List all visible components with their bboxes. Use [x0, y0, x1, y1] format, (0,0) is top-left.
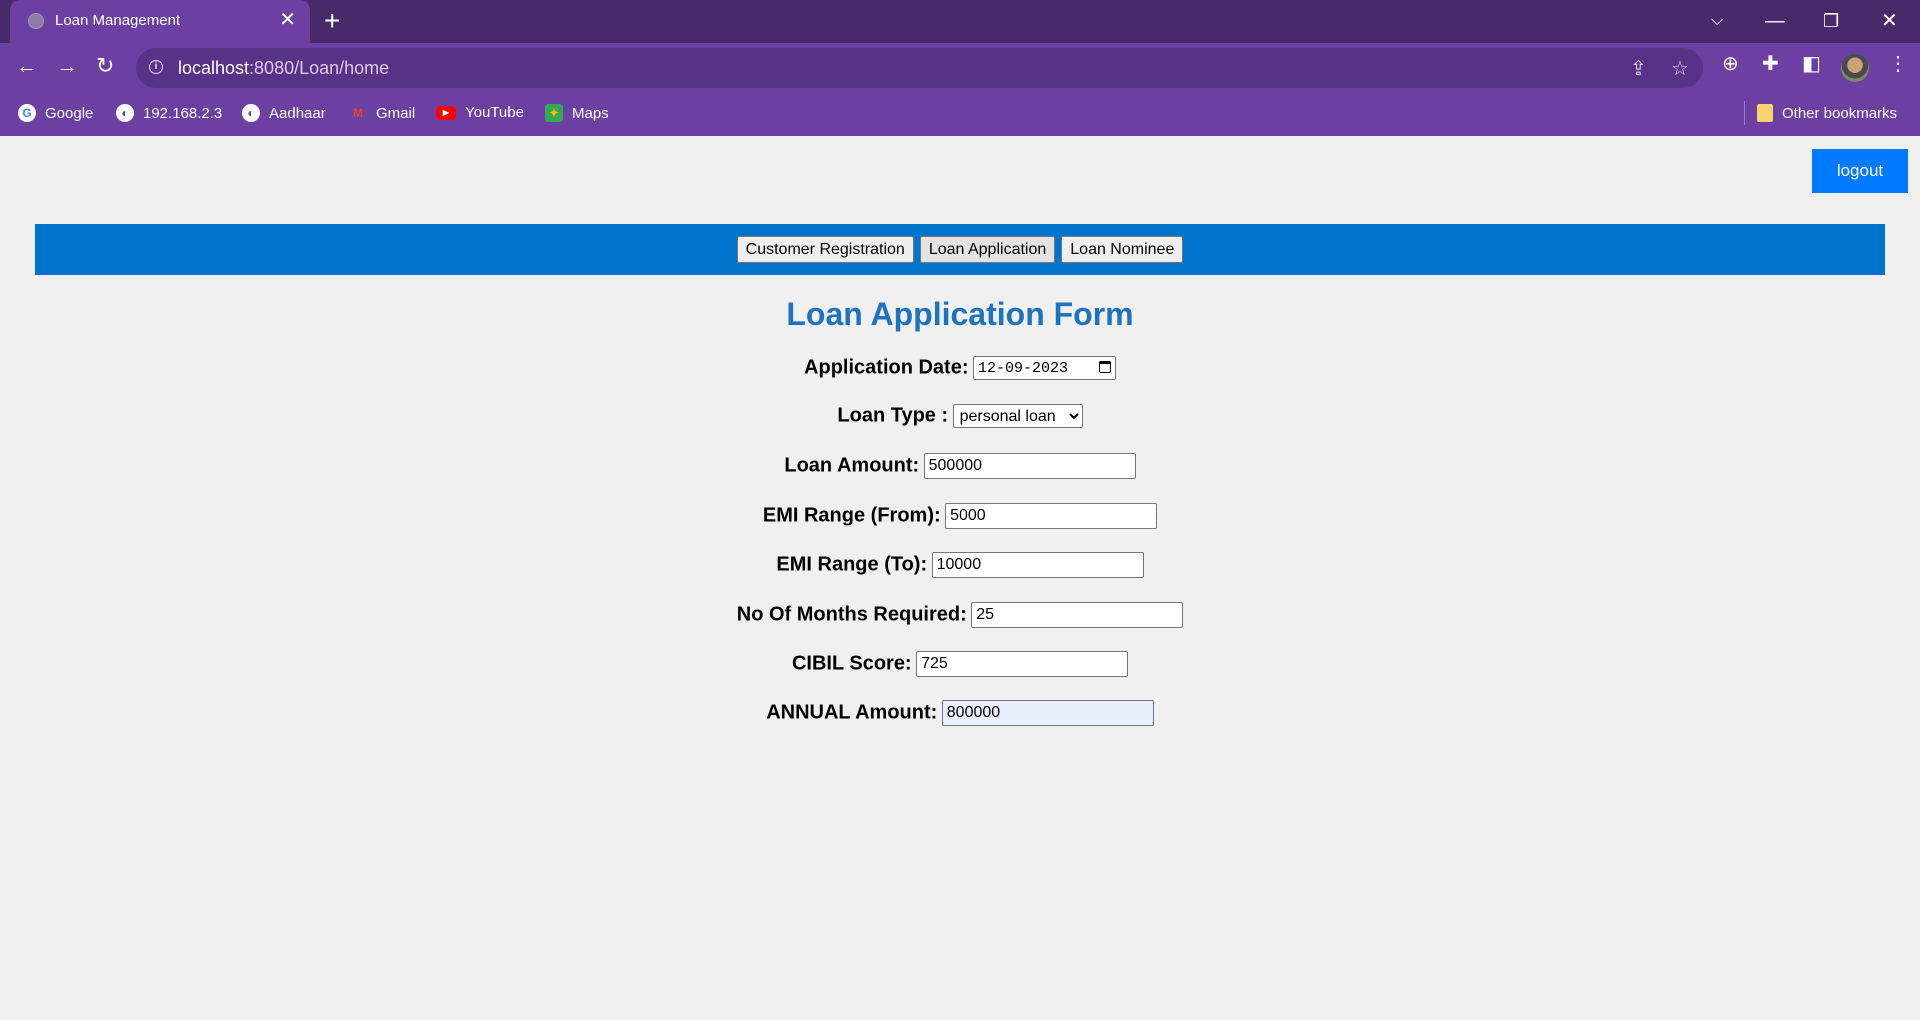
- close-tab-icon[interactable]: ✕: [279, 9, 296, 31]
- tab-title: Loan Management: [55, 12, 181, 29]
- bookmark-youtube[interactable]: ▶ YouTube: [436, 104, 524, 121]
- months-input[interactable]: [971, 602, 1184, 628]
- tab-search-icon[interactable]: ⌵: [1711, 6, 1723, 36]
- loan-nominee-button[interactable]: Loan Nominee: [1061, 236, 1184, 263]
- bookmark-gmail[interactable]: M Gmail: [349, 104, 415, 122]
- emi-to-input[interactable]: [931, 552, 1144, 578]
- months-row: No Of Months Required:: [0, 602, 1920, 628]
- site-info-icon[interactable]: i: [149, 60, 163, 74]
- reload-icon[interactable]: ↻: [96, 53, 114, 79]
- nav-bar: Customer Registration Loan Application L…: [35, 224, 1885, 275]
- new-tab-button[interactable]: +: [324, 6, 340, 36]
- loan-type-select[interactable]: personal loan: [952, 404, 1083, 428]
- loan-application-button[interactable]: Loan Application: [919, 236, 1056, 263]
- loan-amount-row: Loan Amount:: [0, 453, 1920, 479]
- bookmark-google[interactable]: G Google: [18, 104, 93, 122]
- restore-icon[interactable]: ❐: [1823, 6, 1839, 36]
- cibil-input[interactable]: [916, 651, 1129, 677]
- emi-from-row: EMI Range (From):: [0, 503, 1920, 529]
- address-bar[interactable]: i localhost:8080/Loan/home ⇪ ☆: [136, 48, 1703, 88]
- application-date-row: Application Date:: [0, 356, 1920, 380]
- form-title: Loan Application Form: [786, 296, 1134, 332]
- emi-from-label: EMI Range (From):: [762, 504, 941, 527]
- loan-type-label: Loan Type :: [837, 404, 949, 427]
- youtube-icon: ▶: [436, 105, 456, 120]
- loan-amount-label: Loan Amount:: [784, 454, 920, 477]
- forward-icon[interactable]: →: [56, 53, 78, 79]
- side-panel-icon[interactable]: ◧: [1802, 52, 1821, 76]
- application-date-label: Application Date:: [804, 356, 969, 379]
- back-icon[interactable]: ←: [16, 53, 38, 79]
- calendar-icon[interactable]: [1098, 361, 1111, 373]
- emi-from-input[interactable]: [945, 503, 1158, 529]
- application-date-input[interactable]: [972, 356, 1116, 380]
- browser-toolbar: ← → ↻ i localhost:8080/Loan/home ⇪ ☆ ⊕ ✚…: [0, 43, 1920, 93]
- google-icon: G: [18, 104, 36, 122]
- maps-icon: ✦: [545, 104, 563, 122]
- bookmarks-bar: G Google ◐ 192.168.2.3 ◐ Aadhaar M Gmail…: [0, 93, 1920, 136]
- menu-kebab-icon[interactable]: ⋮: [1888, 52, 1908, 76]
- annual-row: ANNUAL Amount:: [0, 700, 1920, 726]
- share-icon[interactable]: ⇪: [1630, 56, 1647, 81]
- bookmarks-divider: [1744, 101, 1745, 125]
- bookmark-maps[interactable]: ✦ Maps: [545, 104, 609, 122]
- cibil-row: CIBIL Score:: [0, 651, 1920, 677]
- minimize-icon[interactable]: —: [1765, 6, 1785, 36]
- emi-to-row: EMI Range (To):: [0, 552, 1920, 578]
- cibil-label: CIBIL Score:: [791, 652, 912, 675]
- extensions-puzzle-icon[interactable]: ✚: [1762, 52, 1779, 76]
- annual-amount-input[interactable]: [941, 700, 1154, 726]
- months-label: No Of Months Required:: [736, 603, 967, 626]
- loan-amount-input[interactable]: [923, 453, 1136, 479]
- url-text: localhost:8080/Loan/home: [178, 58, 390, 78]
- logout-button[interactable]: logout: [1812, 149, 1908, 193]
- nav-buttons: Customer Registration Loan Application L…: [35, 236, 1885, 263]
- bookmark-aadhaar[interactable]: ◐ Aadhaar: [242, 104, 326, 122]
- gmail-icon: M: [353, 106, 363, 120]
- annual-label: ANNUAL Amount:: [766, 701, 938, 724]
- browser-title-bar: Loan Management ✕ + ⌵ — ❐ ✕: [0, 0, 1920, 43]
- emi-to-label: EMI Range (To):: [776, 553, 928, 576]
- other-bookmarks[interactable]: Other bookmarks: [1757, 104, 1897, 122]
- globe-icon: ◐: [242, 104, 260, 122]
- profile-avatar[interactable]: [1841, 54, 1869, 82]
- customer-registration-button[interactable]: Customer Registration: [736, 236, 914, 263]
- add-extension-icon[interactable]: ⊕: [1722, 52, 1739, 76]
- globe-icon: ◐: [116, 104, 134, 122]
- application-date-wrapper: [972, 356, 1116, 380]
- browser-tab[interactable]: Loan Management ✕: [10, 0, 310, 43]
- close-window-icon[interactable]: ✕: [1881, 6, 1898, 36]
- bookmark-star-icon[interactable]: ☆: [1671, 56, 1689, 81]
- bookmark-192-168-2-3[interactable]: ◐ 192.168.2.3: [116, 104, 222, 122]
- loan-type-row: Loan Type : personal loan: [0, 404, 1920, 428]
- folder-icon: [1757, 104, 1773, 122]
- page-favicon-icon: [28, 13, 44, 29]
